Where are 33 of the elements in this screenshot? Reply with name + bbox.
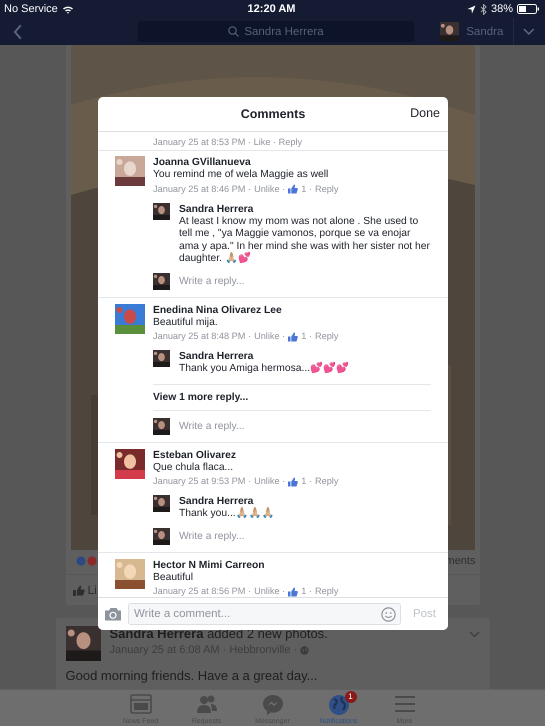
reactions-icon <box>76 556 98 566</box>
search-text: Sandra Herrera <box>244 26 324 38</box>
search-icon <box>228 26 240 37</box>
notification-badge: 1 <box>344 691 356 703</box>
location-icon <box>466 4 476 14</box>
reply-link[interactable]: Reply <box>314 585 338 597</box>
news-feed-icon <box>130 694 152 716</box>
comment-author[interactable]: Hector N Mimi Carreon <box>153 558 431 572</box>
carrier-text: No Service <box>4 3 58 15</box>
people-icon <box>196 694 218 716</box>
emoji-icon[interactable] <box>380 607 396 622</box>
back-icon[interactable] <box>13 24 23 40</box>
post-button[interactable]: Post <box>406 608 442 620</box>
unlike-link[interactable]: Unlike · <box>254 585 286 597</box>
like-icon <box>72 584 84 596</box>
battery-text: 38% <box>490 3 513 15</box>
battery-icon <box>516 4 539 14</box>
like-count: 1 · <box>301 585 312 597</box>
search-field[interactable]: Sandra Herrera <box>138 21 414 42</box>
clock-text: 12:20 AM <box>248 3 296 15</box>
comment-field[interactable]: Write a comment... <box>128 603 401 625</box>
wifi-icon <box>62 4 74 14</box>
chevron-down-icon[interactable] <box>468 631 480 638</box>
chevron-down-icon[interactable] <box>523 28 535 36</box>
chat-bubble-icon <box>262 694 284 716</box>
comment-time: January 25 at 8:56 PM · <box>153 585 252 597</box>
profile-name[interactable]: Sandra <box>466 26 504 38</box>
camera-icon[interactable] <box>104 607 122 621</box>
globe-icon <box>300 646 310 654</box>
comment-text: Beautiful <box>153 572 194 584</box>
bluetooth-icon <box>480 4 487 14</box>
globe-icon <box>328 694 350 716</box>
post-text: Good morning friends. Have a a great day... <box>66 668 318 683</box>
